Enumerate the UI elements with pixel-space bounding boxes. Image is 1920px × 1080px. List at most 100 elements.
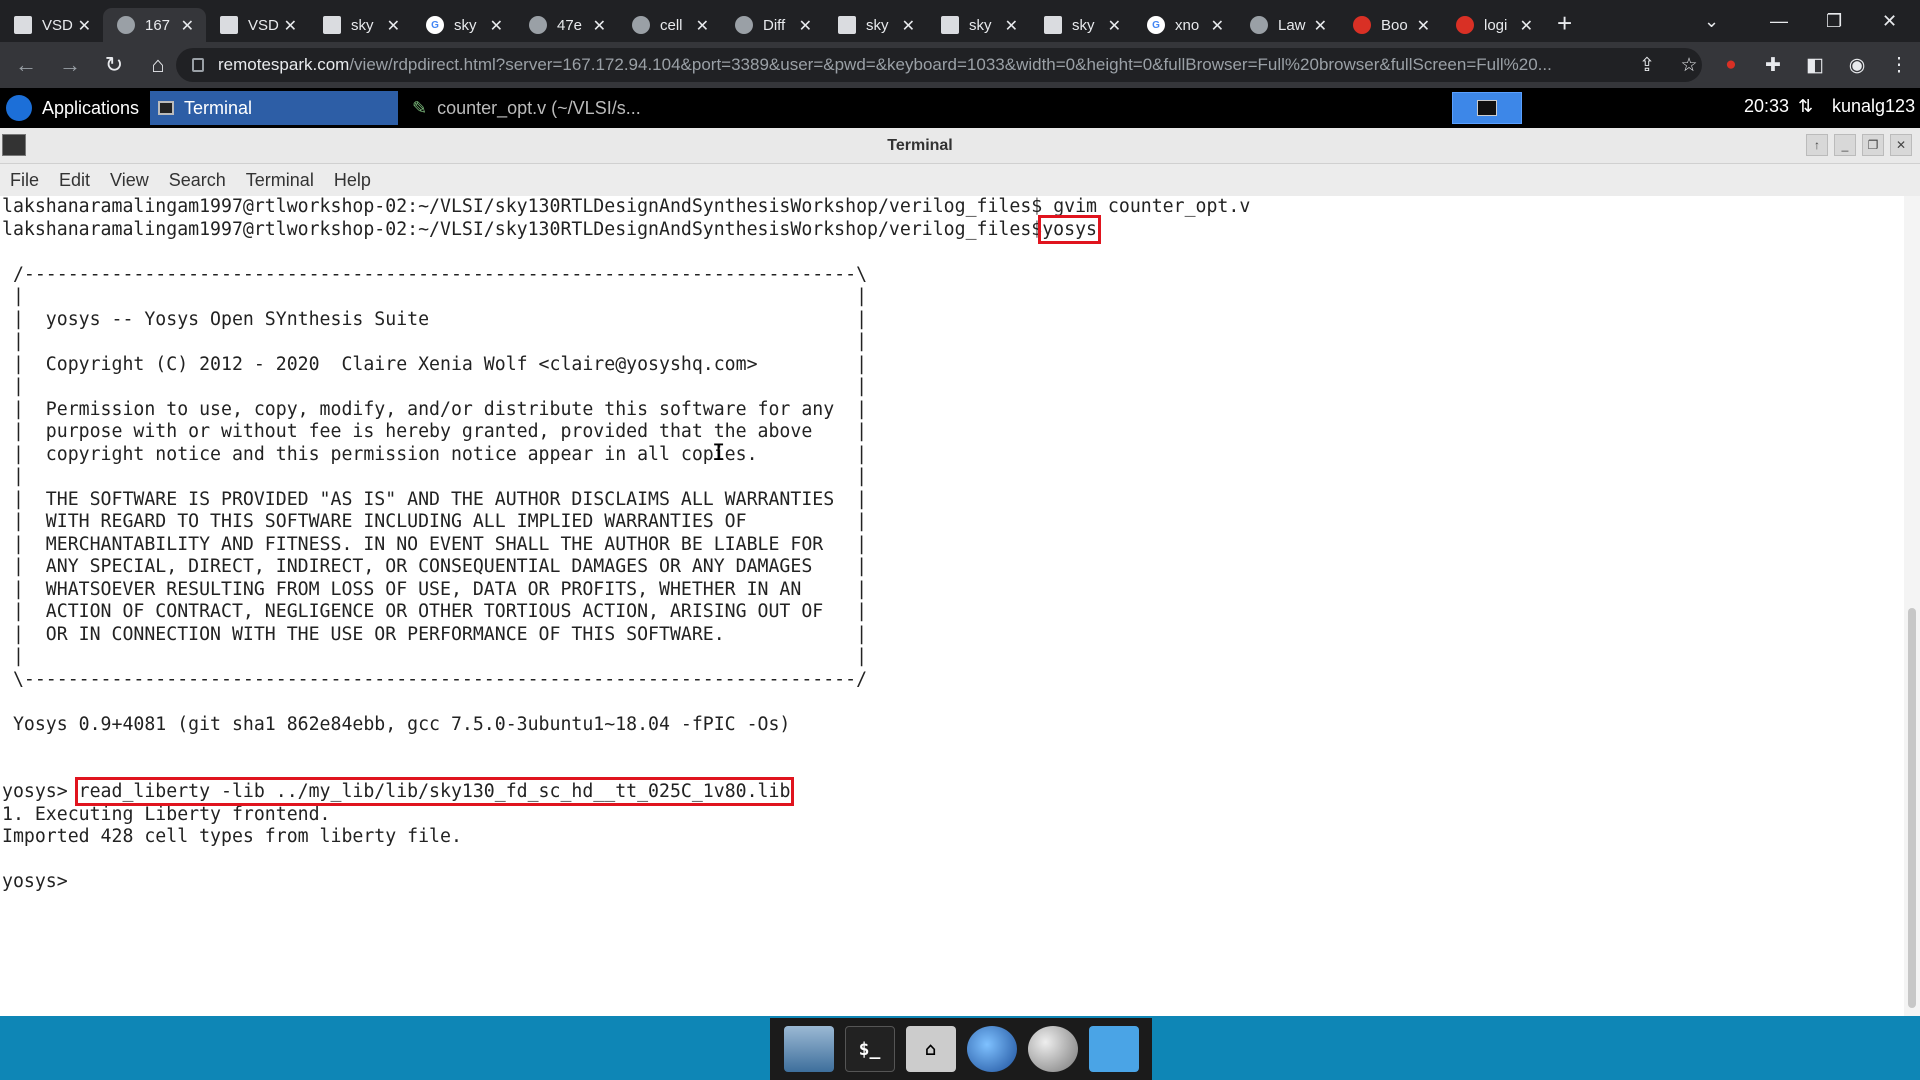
share-icon[interactable]: ⇪: [1626, 54, 1668, 77]
browser-tab[interactable]: 167 ✕: [103, 8, 206, 42]
web-browser-icon[interactable]: [966, 1026, 1017, 1072]
browser-tab[interactable]: Law ✕: [1236, 8, 1339, 42]
terminal-launcher-icon[interactable]: $_: [844, 1026, 895, 1072]
clock[interactable]: 20:33: [1744, 96, 1789, 117]
terminal-output[interactable]: lakshanaramalingam1997@rtlworkshop-02:~/…: [0, 196, 1904, 1016]
home-folder-icon[interactable]: ⌂: [905, 1026, 956, 1072]
close-window-icon[interactable]: ✕: [1882, 0, 1897, 42]
close-tab-icon[interactable]: ✕: [78, 16, 91, 36]
scrollbar-thumb[interactable]: [1908, 608, 1916, 1008]
browser-tab[interactable]: VSD ✕: [206, 8, 309, 42]
close-tab-icon[interactable]: ✕: [902, 16, 915, 36]
workspace-switcher[interactable]: [1452, 92, 1522, 124]
back-icon[interactable]: ←: [8, 52, 44, 78]
tab-title: VSD: [42, 16, 73, 34]
browser-tab[interactable]: sky ✕: [824, 8, 927, 42]
home-icon[interactable]: ⌂: [140, 52, 176, 78]
menu-item-terminal[interactable]: Terminal: [236, 170, 324, 191]
prompt: lakshanaramalingam1997@rtlworkshop-02:~/…: [2, 196, 1054, 217]
tab-title: VSD: [248, 16, 279, 34]
taskbar-gvim[interactable]: ✎ counter_opt.v (~/VLSI/s...: [404, 91, 649, 125]
shade-icon[interactable]: ↑: [1806, 134, 1828, 156]
yosys-banner: /---------------------------------------…: [12, 263, 868, 690]
browser-tab[interactable]: VSD ✕: [0, 8, 103, 42]
tab-title: Diff: [763, 16, 786, 34]
bookmark-star-icon[interactable]: ☆: [1668, 54, 1710, 77]
extensions-puzzle-icon[interactable]: ✚: [1752, 54, 1794, 77]
browser-tab[interactable]: Gxno ✕: [1133, 8, 1236, 42]
minimize-icon[interactable]: —: [1770, 0, 1788, 42]
close-tab-icon[interactable]: ✕: [1211, 16, 1224, 36]
terminal-titlebar[interactable]: Terminal ↑ _ ❐ ✕: [0, 128, 1920, 164]
extension-red-icon[interactable]: ●: [1710, 54, 1752, 76]
globe-icon: [529, 16, 547, 34]
browser-tab[interactable]: sky ✕: [309, 8, 412, 42]
taskbar-gvim-label: counter_opt.v (~/VLSI/s...: [437, 97, 641, 118]
browser-tab[interactable]: sky ✕: [927, 8, 1030, 42]
gear-icon: [1456, 16, 1474, 34]
file-manager-folder-icon[interactable]: [1088, 1026, 1139, 1072]
close-tab-icon[interactable]: ✕: [490, 16, 503, 36]
yosys-version: Yosys 0.9+4081 (git sha1 862e84ebb, gcc …: [2, 713, 791, 735]
close-tab-icon[interactable]: ✕: [593, 16, 606, 36]
desktop-bottom-panel: $_ ⌂: [0, 1016, 1920, 1080]
tab-search-icon[interactable]: ⌄: [1704, 0, 1719, 42]
url-text[interactable]: remotespark.com/view/rdpdirect.html?serv…: [218, 55, 1638, 75]
close-terminal-icon[interactable]: ✕: [1890, 134, 1912, 156]
close-tab-icon[interactable]: ✕: [1108, 16, 1121, 36]
close-tab-icon[interactable]: ✕: [387, 16, 400, 36]
tab-title: 167: [145, 16, 171, 34]
desktop-top-panel: Applications Terminal ✎ counter_opt.v (~…: [0, 88, 1920, 128]
close-tab-icon[interactable]: ✕: [284, 16, 297, 36]
menu-item-file[interactable]: File: [0, 170, 49, 191]
close-tab-icon[interactable]: ✕: [799, 16, 812, 36]
browser-menu-icon[interactable]: ⋮: [1878, 54, 1920, 77]
tab-title: sky: [969, 16, 992, 34]
close-tab-icon[interactable]: ✕: [181, 16, 194, 36]
maximize-window-icon[interactable]: ❐: [1862, 134, 1884, 156]
minimize-window-icon[interactable]: _: [1834, 134, 1856, 156]
applications-menu[interactable]: Applications: [0, 95, 150, 121]
browser-tab[interactable]: sky ✕: [1030, 8, 1133, 42]
browser-tab[interactable]: Gsky ✕: [412, 8, 515, 42]
menu-item-search[interactable]: Search: [159, 170, 236, 191]
address-bar[interactable]: remotespark.com/view/rdpdirect.html?serv…: [176, 48, 1702, 82]
close-tab-icon[interactable]: ✕: [696, 16, 709, 36]
close-tab-icon[interactable]: ✕: [1314, 16, 1327, 36]
tab-title: sky: [866, 16, 889, 34]
output-line: 1. Executing Liberty frontend.: [2, 803, 331, 825]
browser-tab[interactable]: cell ✕: [618, 8, 721, 42]
menu-item-edit[interactable]: Edit: [49, 170, 100, 191]
forward-icon[interactable]: →: [52, 52, 88, 78]
close-tab-icon[interactable]: ✕: [1520, 16, 1533, 36]
show-desktop-icon[interactable]: [783, 1026, 834, 1072]
tab-title: sky: [454, 16, 477, 34]
new-tab-icon[interactable]: +: [1557, 8, 1572, 39]
command-read-liberty-highlighted: read_liberty -lib ../my_lib/lib/sky130_f…: [74, 777, 795, 806]
terminal-scrollbar[interactable]: [1904, 196, 1920, 1016]
lock-icon[interactable]: [192, 58, 204, 72]
browser-tab[interactable]: Diff ✕: [721, 8, 824, 42]
network-arrows-icon[interactable]: ⇅: [1798, 96, 1813, 117]
user-name[interactable]: kunalg123: [1832, 96, 1915, 117]
tab-title: sky: [1072, 16, 1095, 34]
tab-title: Law: [1278, 16, 1306, 34]
close-tab-icon[interactable]: ✕: [1005, 16, 1018, 36]
menu-item-help[interactable]: Help: [324, 170, 381, 191]
restore-icon[interactable]: ❐: [1826, 0, 1842, 42]
globe-icon: [632, 16, 650, 34]
vivaldi-icon: [1353, 16, 1371, 34]
browser-tab[interactable]: 47e ✕: [515, 8, 618, 42]
menu-item-view[interactable]: View: [100, 170, 159, 191]
profile-avatar-icon[interactable]: ◉: [1836, 54, 1878, 77]
browser-tab[interactable]: logi ✕: [1442, 8, 1545, 42]
browser-toolbar: ← → ↻ ⌂ remotespark.com/view/rdpdirect.h…: [0, 42, 1920, 88]
close-tab-icon[interactable]: ✕: [1417, 16, 1430, 36]
side-panel-icon[interactable]: ◧: [1794, 54, 1836, 77]
reload-icon[interactable]: ↻: [96, 52, 132, 78]
taskbar-terminal[interactable]: Terminal: [150, 91, 398, 125]
tab-title: cell: [660, 16, 683, 34]
search-magnifier-icon[interactable]: [1027, 1026, 1078, 1072]
browser-tab[interactable]: Boo ✕: [1339, 8, 1442, 42]
yosys-prompt: yosys>: [2, 781, 79, 802]
